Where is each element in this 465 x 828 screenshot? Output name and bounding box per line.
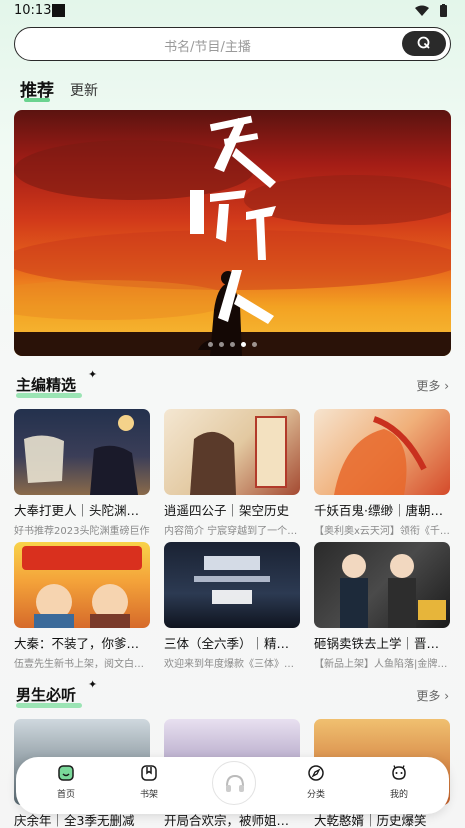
carousel-indicator — [14, 342, 451, 348]
book-card[interactable]: 大奉打更人｜头陀渊｜有声剧 好书推荐2023头陀渊重磅巨作 — [14, 409, 150, 537]
nav-home[interactable]: 首页 — [36, 764, 96, 800]
nav-profile[interactable]: 我的 — [369, 764, 429, 800]
book-description: 好书推荐2023头陀渊重磅巨作 — [14, 526, 150, 537]
book-cover — [314, 542, 450, 628]
status-time: 10:13 — [14, 3, 52, 18]
section-title-editors-picks: 主编精选 ✦ — [16, 368, 97, 398]
more-link-male-picks[interactable]: 更多 › — [416, 687, 449, 704]
book-title: 大奉打更人｜头陀渊｜有声剧 — [14, 503, 150, 518]
tab-updates[interactable]: 更新 — [70, 80, 98, 100]
nav-label: 我的 — [389, 790, 408, 800]
notification-icon — [52, 4, 65, 17]
more-label: 更多 — [416, 689, 441, 703]
book-card[interactable]: 砸锅卖铁去上学｜晋江金榜 【新品上架】人鱼陷落|金牌作者 — [314, 542, 450, 670]
carousel-dot-active[interactable] — [241, 342, 246, 347]
book-card[interactable]: 千妖百鬼·缥缈｜唐朝志怪 【奥利奥x云天河】领衔《千妖百鬼》 — [314, 409, 450, 537]
search-button[interactable] — [402, 31, 446, 56]
nav-label: 首页 — [56, 790, 75, 800]
book-cover — [314, 409, 450, 495]
book-title: 千妖百鬼·缥缈｜唐朝志怪 — [314, 503, 450, 518]
book-title: 大秦：不装了，你爹是秦始皇 — [14, 636, 150, 651]
carousel-dot[interactable] — [208, 342, 213, 347]
book-cover — [164, 542, 300, 628]
book-description: 【奥利奥x云天河】领衔《千妖百鬼》 — [314, 526, 450, 537]
search-icon — [417, 36, 430, 49]
nav-label: 书架 — [139, 790, 158, 800]
book-description: 内容简介 宁宸穿越到了一个架空的王朝 — [164, 526, 300, 537]
bottom-navigation: 首页 书架 分类 我的 — [16, 757, 449, 814]
search-bar[interactable]: 书名/节目/主播 — [14, 27, 451, 61]
book-description: 伍壹先生新书上架，阅文白金作家 — [14, 659, 150, 670]
search-input[interactable]: 书名/节目/主播 — [15, 36, 400, 55]
headphones-icon — [226, 774, 244, 792]
carousel-dot[interactable] — [230, 342, 235, 347]
section-title-text: 主编精选 — [16, 376, 77, 394]
book-cover — [164, 409, 300, 495]
nav-bookshelf[interactable]: 书架 — [119, 764, 179, 800]
nav-label: 分类 — [306, 790, 325, 800]
book-title: 逍遥四公子｜架空历史 — [164, 503, 290, 518]
tab-active-indicator — [24, 98, 50, 102]
wifi-battery-icon — [415, 4, 447, 17]
more-link-editors-picks[interactable]: 更多 › — [416, 377, 449, 394]
book-cover — [14, 542, 150, 628]
nav-category[interactable]: 分类 — [286, 764, 346, 800]
book-description: 【新品上架】人鱼陷落|金牌作者 — [314, 659, 450, 670]
banner-carousel[interactable] — [14, 110, 451, 356]
status-bar: 10:13 — [0, 0, 465, 22]
book-title: 砸锅卖铁去上学｜晋江金榜 — [314, 636, 450, 651]
home-icon — [58, 765, 74, 781]
sparkle-icon: ✦ — [88, 678, 98, 691]
audio-player-button[interactable] — [212, 761, 256, 805]
profile-icon — [392, 765, 406, 780]
section-title-text: 男生必听 — [16, 686, 77, 704]
carousel-dot[interactable] — [252, 342, 257, 347]
book-title: 三体（全六季）｜精品广播剧 — [164, 636, 300, 651]
sparkle-icon: ✦ — [88, 368, 98, 381]
section-title-male-picks: 男生必听 ✦ — [16, 678, 97, 708]
banner-calligraphy — [190, 115, 276, 324]
book-cover — [14, 409, 150, 495]
more-label: 更多 — [416, 379, 441, 393]
carousel-dot[interactable] — [219, 342, 224, 347]
book-description: 欢迎来到年度爆款《三体》广播剧 — [164, 659, 300, 670]
category-icon — [308, 765, 324, 781]
book-card[interactable]: 三体（全六季）｜精品广播剧 欢迎来到年度爆款《三体》广播剧 — [164, 542, 300, 670]
book-card[interactable]: 大秦：不装了，你爹是秦始皇 伍壹先生新书上架，阅文白金作家 — [14, 542, 150, 670]
book-card[interactable]: 逍遥四公子｜架空历史 内容简介 宁宸穿越到了一个架空的王朝 — [164, 409, 300, 537]
bookshelf-icon — [141, 765, 157, 781]
